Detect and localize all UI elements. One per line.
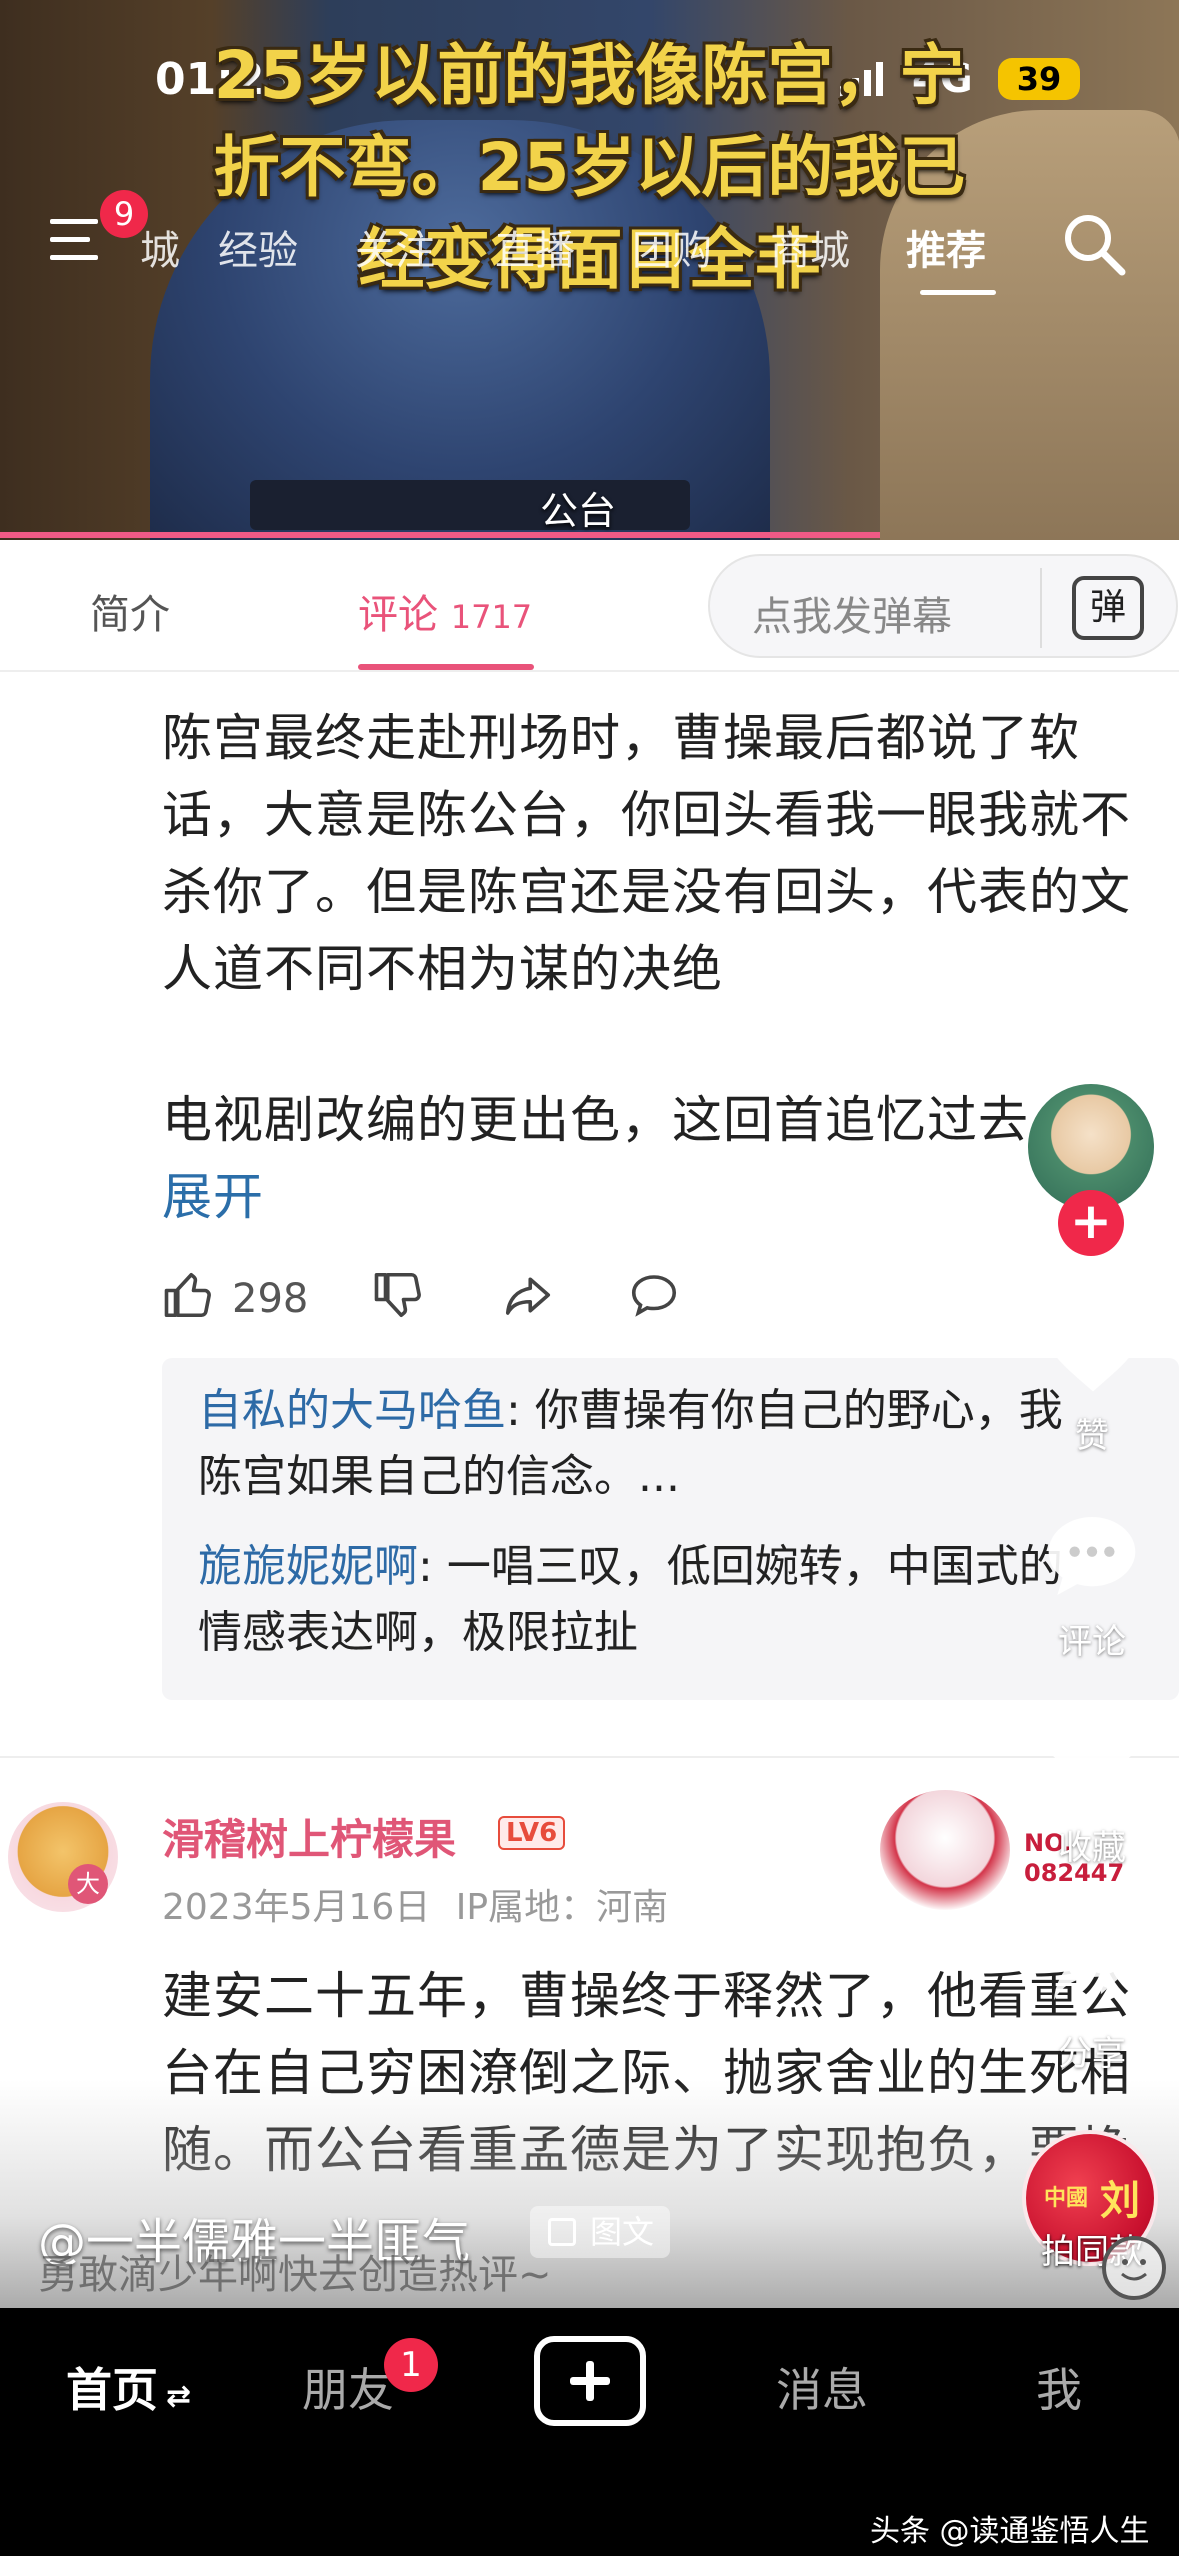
comment-count: 1717 bbox=[450, 598, 533, 636]
danmu-input[interactable]: 点我发弹幕 弹 bbox=[708, 554, 1178, 658]
user-avatar[interactable]: 大 bbox=[8, 1802, 118, 1912]
tab-intro[interactable]: 简介 bbox=[90, 582, 170, 640]
reply-2[interactable]: 旎旎妮妮啊: 一唱三叹，低回婉转，中国式的情感表达啊，极限拉扯 bbox=[198, 1534, 1068, 1666]
nav-friends[interactable]: 朋友 bbox=[302, 2354, 394, 2420]
share-arrow-icon[interactable] bbox=[1046, 1920, 1140, 2006]
dislike-icon[interactable] bbox=[372, 1268, 426, 1322]
comment-2-date: 2023年5月16日 bbox=[162, 1887, 431, 1928]
caption-line-1: 25岁以前的我像陈宫，宁 bbox=[213, 37, 966, 114]
like-count: 298 bbox=[232, 1276, 309, 1322]
tab-comments-indicator bbox=[358, 664, 534, 670]
comment-2-ip: IP属地：河南 bbox=[455, 1887, 669, 1928]
reply-1-author[interactable]: 自私的大马哈鱼 bbox=[198, 1385, 506, 1436]
danmu-placeholder: 点我发弹幕 bbox=[752, 594, 952, 640]
reply-1[interactable]: 自私的大马哈鱼: 你曹操有你自己的野心，我陈宫如果自己的信念。... bbox=[198, 1378, 1068, 1510]
reply-icon[interactable] bbox=[626, 1268, 682, 1322]
share-icon[interactable] bbox=[500, 1268, 556, 1322]
type-label: 图文 bbox=[590, 2213, 655, 2251]
swap-icon: ⇄ bbox=[166, 2379, 192, 2414]
tab-comments-label: 评论 bbox=[358, 592, 438, 638]
menu-icon[interactable] bbox=[50, 215, 106, 265]
comment-icon[interactable] bbox=[1040, 1508, 1144, 1604]
tab-groupbuy[interactable]: 团购 bbox=[632, 218, 712, 276]
nav-home-label: 首页 bbox=[66, 2363, 158, 2417]
search-icon[interactable] bbox=[1062, 212, 1126, 276]
danmu-toggle-icon[interactable]: 弹 bbox=[1072, 576, 1144, 640]
share-label: 分享 bbox=[1058, 2034, 1126, 2074]
tab-comments[interactable]: 评论 1717 bbox=[358, 582, 532, 640]
danmu-icon-label: 弹 bbox=[1089, 587, 1126, 628]
tab-experience[interactable]: 经验 bbox=[218, 218, 298, 276]
watermark: 头条 @读通鉴悟人生 bbox=[870, 2514, 1150, 2549]
comment-2-username[interactable]: 滑稽树上柠檬果 bbox=[162, 1806, 456, 1867]
video-player[interactable]: 01:25 4G 39 25岁以前的我像陈宫，宁 折不弯。25岁以后的我已 经变… bbox=[0, 0, 1179, 540]
comment-1-para-2: 电视剧改编的更出色，这回首追忆过去， bbox=[162, 1091, 1080, 1149]
tab-city[interactable]: 城 bbox=[140, 218, 180, 276]
video-figure-belt bbox=[250, 480, 690, 530]
hot-comment-prompt[interactable]: 勇敢滴少年啊快去创造热评~ bbox=[38, 2242, 552, 2300]
friends-badge: 1 bbox=[384, 2338, 438, 2392]
nav-messages[interactable]: 消息 bbox=[776, 2354, 868, 2420]
comment-divider bbox=[0, 1756, 1179, 1758]
tab-recommend[interactable]: 推荐 bbox=[906, 218, 986, 276]
create-button[interactable] bbox=[534, 2336, 646, 2426]
fan-badge-image bbox=[880, 1790, 1010, 1910]
avatar-tag: 大 bbox=[68, 1864, 108, 1904]
panel-tabs: 简介 评论 1717 点我发弹幕 弹 bbox=[0, 540, 1179, 672]
comment-panel: 简介 评论 1717 点我发弹幕 弹 陈宫最终走赴刑场时，曹操最后都说了软话，大… bbox=[0, 540, 1179, 2308]
like-icon[interactable] bbox=[162, 1268, 216, 1322]
collect-label: 收藏 bbox=[1058, 1828, 1126, 1868]
same-stamp-small: 中國 bbox=[1044, 2186, 1089, 2211]
tab-recommend-indicator bbox=[920, 290, 996, 295]
danmu-divider bbox=[1040, 568, 1042, 648]
like-label: 赞 bbox=[1075, 1416, 1109, 1456]
same-stamp: 刘 bbox=[1100, 2178, 1140, 2224]
heart-icon[interactable] bbox=[1038, 1296, 1148, 1396]
reply-2-author[interactable]: 旎旎妮妮啊 bbox=[198, 1541, 418, 1592]
tab-live[interactable]: 直播 bbox=[495, 218, 575, 276]
tab-mall[interactable]: 商城 bbox=[770, 218, 850, 276]
comment-1-para-1: 陈宫最终走赴刑场时，曹操最后都说了软话，大意是陈公台，你回头看我一眼我就不杀你了… bbox=[162, 709, 1131, 998]
video-subtitle: 公台 bbox=[540, 489, 617, 533]
expand-link[interactable]: 展开 bbox=[162, 1159, 264, 1236]
nav-me[interactable]: 我 bbox=[1036, 2354, 1082, 2420]
level-badge: LV6 bbox=[498, 1816, 566, 1850]
nav-home[interactable]: 首页 ⇄ bbox=[66, 2354, 191, 2420]
video-progress-bar[interactable] bbox=[0, 532, 880, 538]
emoji-icon[interactable] bbox=[1102, 2236, 1166, 2300]
comment-label: 评论 bbox=[1058, 1622, 1126, 1662]
star-icon[interactable] bbox=[1040, 1712, 1144, 1812]
tab-follow[interactable]: 关注 bbox=[355, 218, 435, 276]
follow-plus-icon[interactable]: + bbox=[1058, 1190, 1124, 1256]
reply-box[interactable]: 自私的大马哈鱼: 你曹操有你自己的野心，我陈宫如果自己的信念。... 旎旎妮妮啊… bbox=[162, 1358, 1179, 1700]
bottom-navigation: 首页 ⇄ 朋友 1 消息 我 头条 @读通鉴悟人生 bbox=[0, 2308, 1179, 2556]
comment-2-meta: 2023年5月16日 IP属地：河南 bbox=[162, 1878, 668, 1930]
image-text-icon bbox=[548, 2218, 576, 2246]
caption-line-2: 折不弯。25岁以后的我已 bbox=[213, 129, 966, 206]
